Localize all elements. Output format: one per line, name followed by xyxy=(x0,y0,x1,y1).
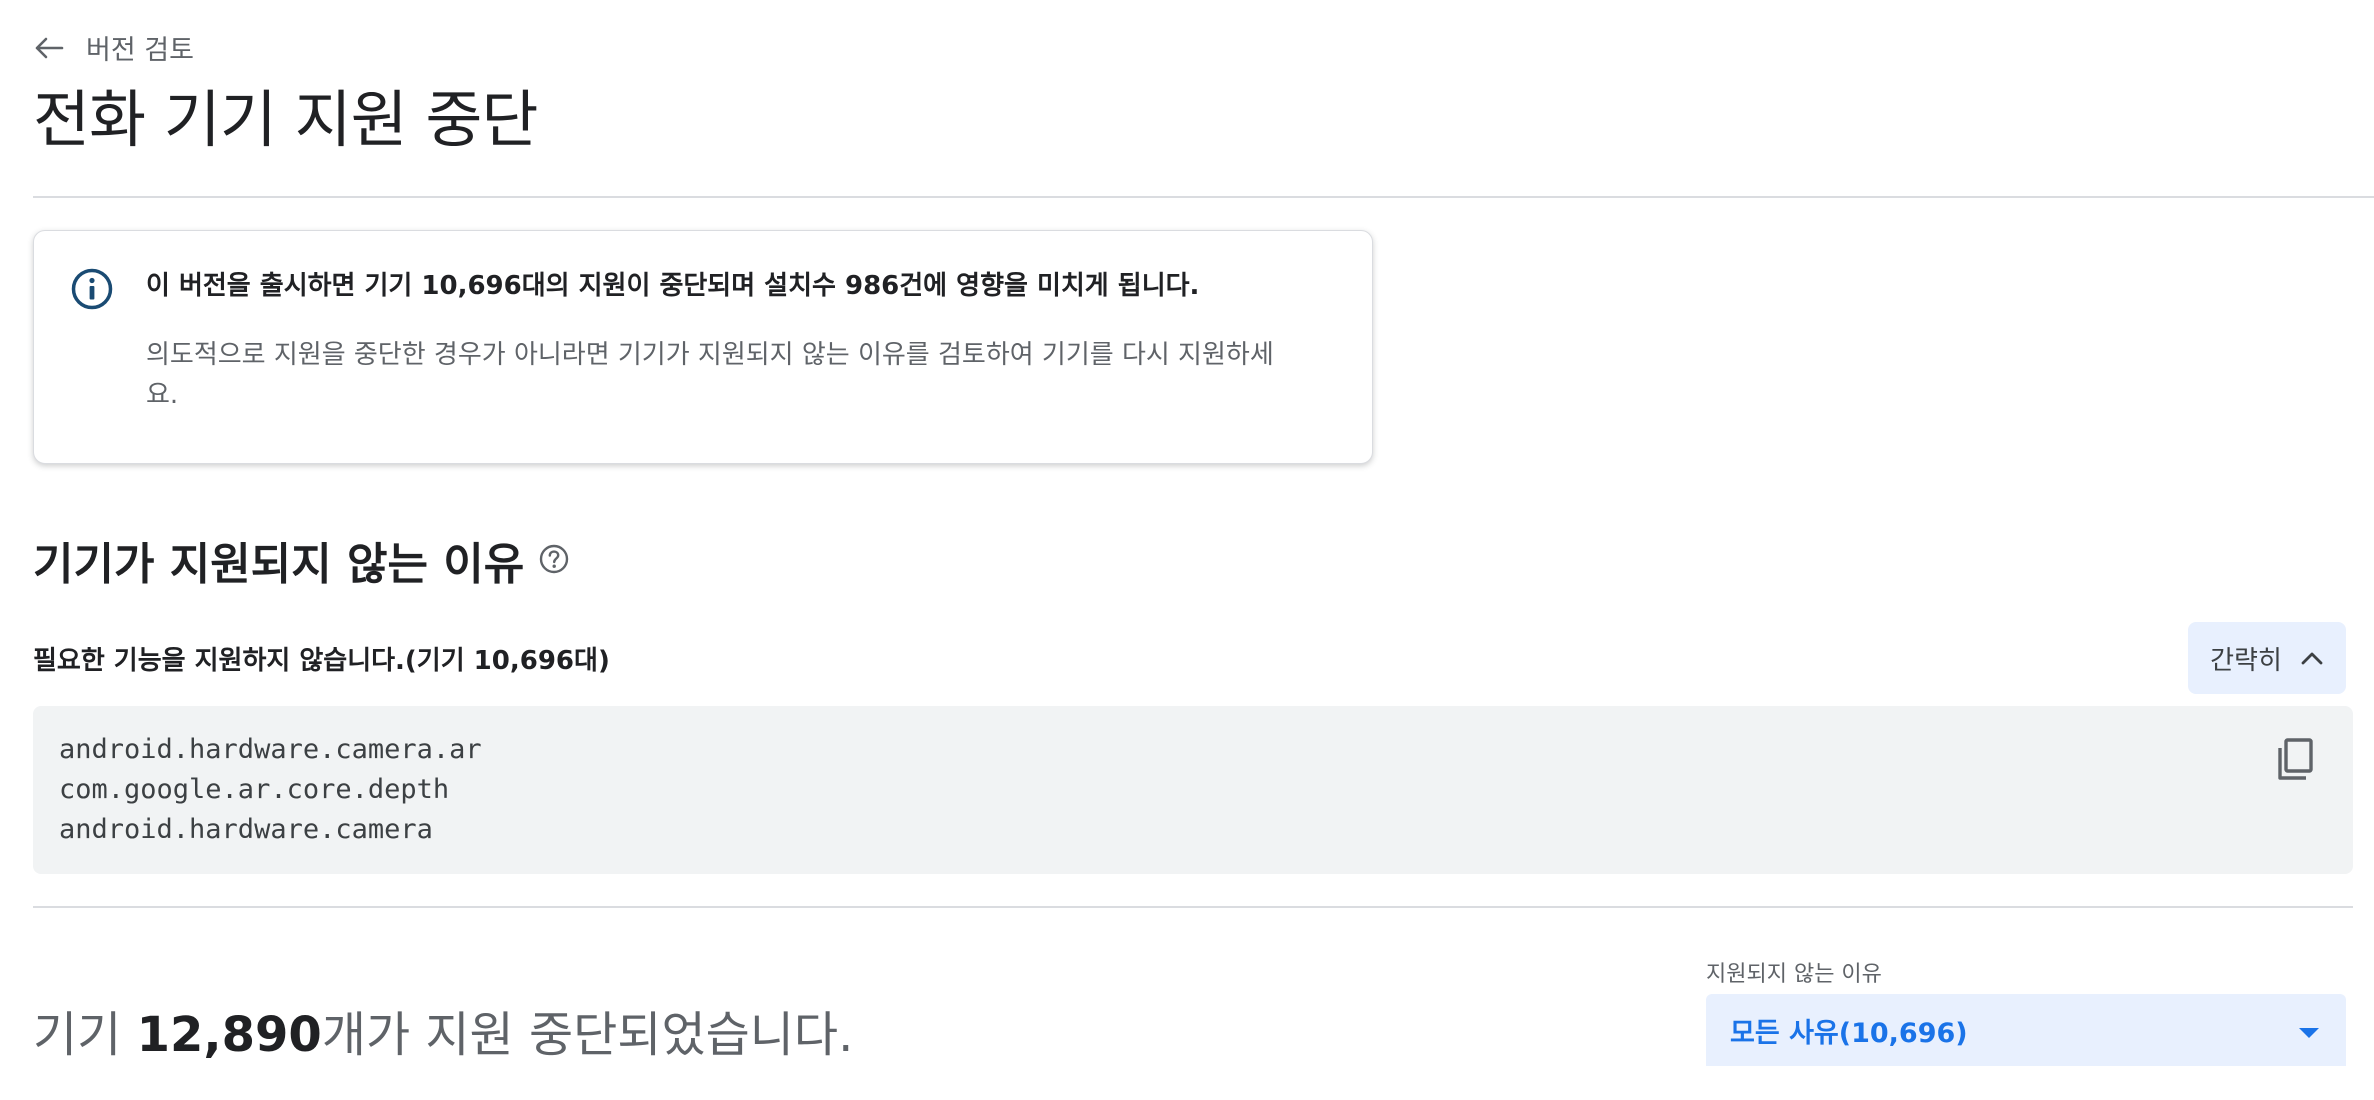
section-title-text: 기기가 지원되지 않는 이유 xyxy=(33,539,525,590)
summary-count: 12,890 xyxy=(136,1007,322,1063)
collapse-button-label: 간략히 xyxy=(2210,645,2282,676)
page: 버전 검토 전화 기기 지원 중단 이 버전을 출시하면 기기 10,696대의… xyxy=(0,0,2374,1100)
info-headline: 이 버전을 출시하면 기기 10,696대의 지원이 중단되며 설치수 986건… xyxy=(146,271,1200,301)
feature-list: android.hardware.camera.ar com.google.ar… xyxy=(59,730,482,850)
summary-suffix: 개가 지원 중단되었습니다. xyxy=(321,1007,854,1063)
feature-code-block: android.hardware.camera.ar com.google.ar… xyxy=(33,706,2353,874)
section-divider xyxy=(33,906,2353,908)
feature-item: android.hardware.camera.ar xyxy=(59,734,482,765)
info-body: 의도적으로 지원을 중단한 경우가 아니라면 기기가 지원되지 않는 이유를 검… xyxy=(146,340,1274,410)
header-divider xyxy=(33,196,2374,198)
help-circle-icon[interactable] xyxy=(538,535,570,586)
summary-prefix: 기기 xyxy=(33,1007,137,1063)
dropdown-arrow-icon xyxy=(2298,1015,2320,1046)
page-title: 전화 기기 지원 중단 xyxy=(33,83,538,156)
feature-item: com.google.ar.core.depth xyxy=(59,774,450,805)
info-icon xyxy=(70,267,114,315)
reason-filter-select[interactable]: 모든 사유(10,696) xyxy=(1706,994,2346,1066)
filter-selected-value: 모든 사유(10,696) xyxy=(1730,1017,1968,1049)
back-link[interactable]: 버전 검토 xyxy=(34,28,194,67)
chevron-up-icon xyxy=(2300,643,2324,673)
section-title: 기기가 지원되지 않는 이유 xyxy=(33,528,570,592)
arrow-left-icon xyxy=(34,37,64,59)
info-card: 이 버전을 출시하면 기기 10,696대의 지원이 중단되며 설치수 986건… xyxy=(33,230,1373,464)
feature-item: android.hardware.camera xyxy=(59,814,433,845)
copy-button[interactable] xyxy=(2267,734,2323,790)
copy-icon xyxy=(2273,736,2317,788)
unsupported-summary: 기기 12,890개가 지원 중단되었습니다. xyxy=(33,995,853,1065)
reason-label: 필요한 기능을 지원하지 않습니다.(기기 10,696대) xyxy=(33,646,610,676)
back-link-label: 버전 검토 xyxy=(86,35,194,66)
collapse-button[interactable]: 간략히 xyxy=(2188,622,2346,694)
filter-label: 지원되지 않는 이유 xyxy=(1706,962,1882,987)
